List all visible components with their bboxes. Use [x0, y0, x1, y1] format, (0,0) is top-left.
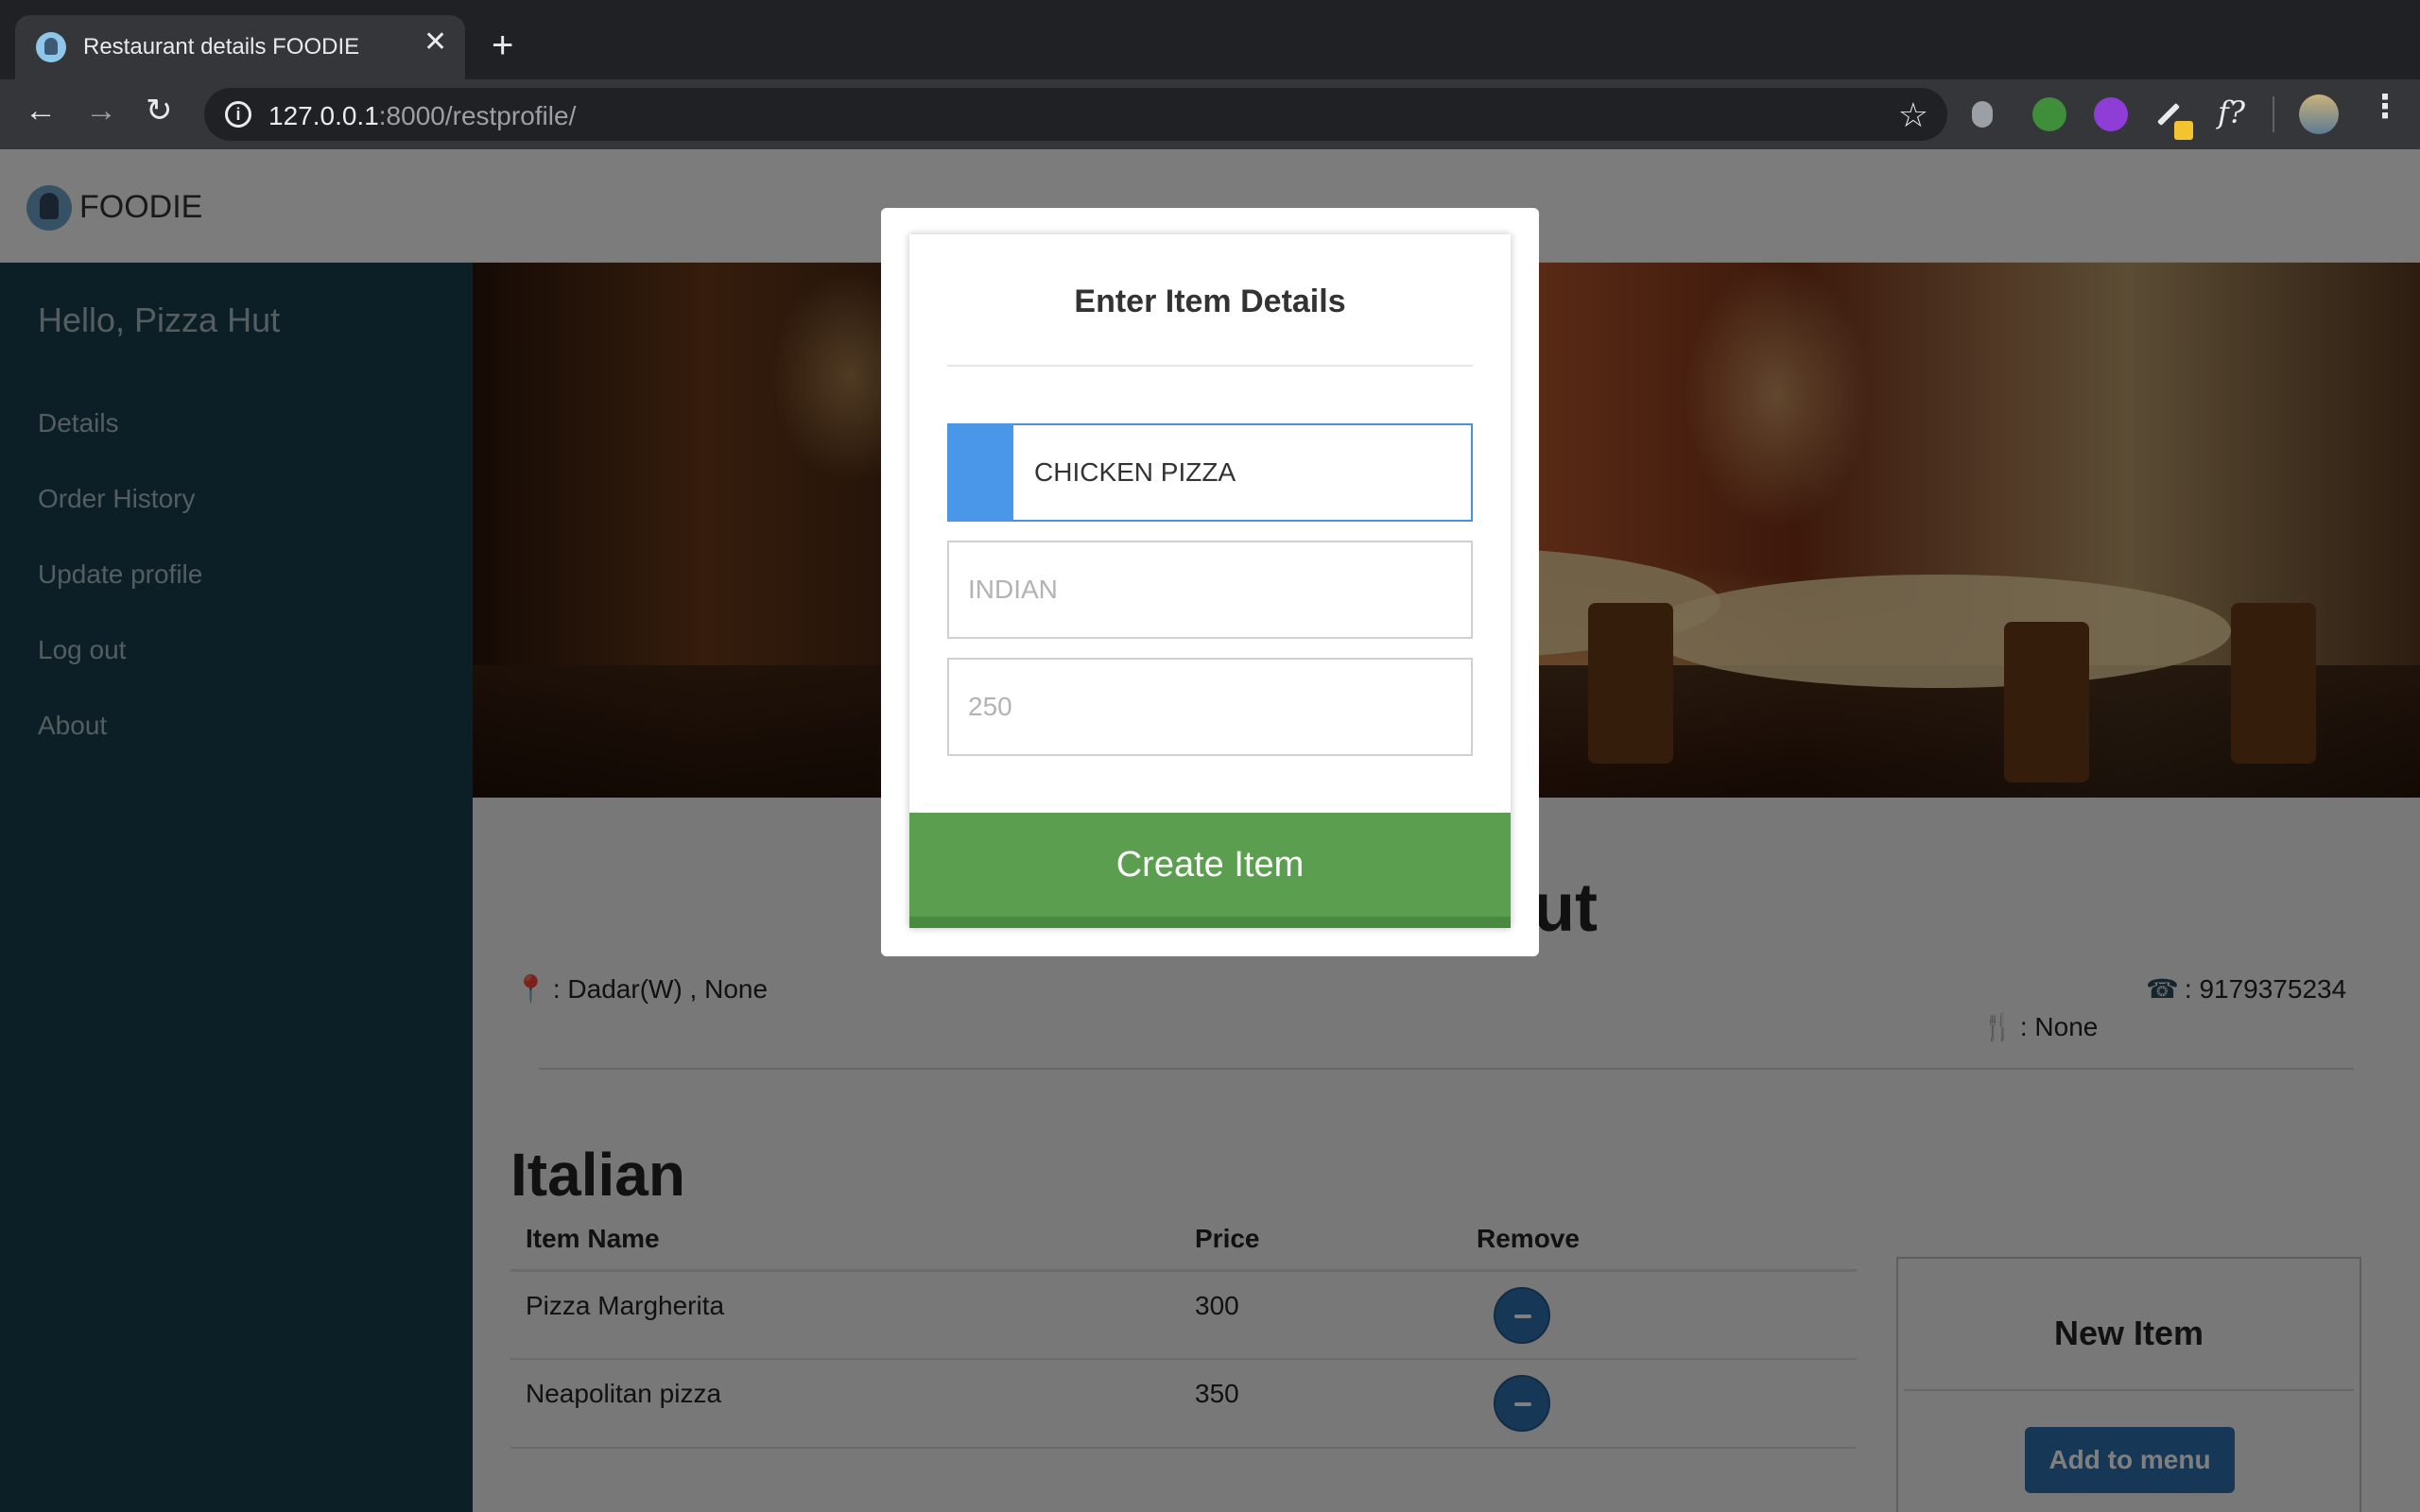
modal-divider [947, 365, 1473, 367]
browser-tabstrip: Restaurant details FOODIE ✕ + [0, 0, 2420, 79]
url-text: 127.0.0.1:8000/restprofile/ [268, 101, 577, 130]
cuisine-input[interactable] [947, 541, 1473, 639]
price-input[interactable] [947, 658, 1473, 756]
extension-tree-icon[interactable] [2032, 97, 2066, 131]
web-page: FOODIE Hello, Pizza Hut Details Order Hi… [0, 149, 2420, 1512]
close-tab-icon[interactable]: ✕ [424, 28, 447, 57]
item-name-input[interactable] [947, 423, 1473, 522]
info-icon[interactable]: i [225, 101, 251, 128]
new-tab-icon[interactable]: + [492, 26, 513, 64]
profile-avatar-icon[interactable] [2299, 94, 2339, 134]
toolbar-divider [2273, 96, 2274, 132]
create-item-button[interactable]: Create Item [909, 813, 1511, 928]
forward-arrow-icon[interactable]: → [85, 94, 117, 127]
input-focus-accent [947, 423, 1013, 522]
extension-gray-icon[interactable] [1972, 101, 1993, 128]
item-details-modal: Enter Item Details Create Item [881, 208, 1539, 956]
browser-menu-icon[interactable]: ⋮ [2369, 91, 2401, 123]
tab-title: Restaurant details FOODIE [83, 34, 360, 60]
bookmark-star-icon[interactable]: ☆ [1898, 95, 1928, 135]
back-arrow-icon[interactable]: ← [25, 94, 57, 127]
address-bar[interactable]: i 127.0.0.1:8000/restprofile/ ☆ [204, 88, 1947, 141]
extension-badge-icon [2174, 121, 2193, 140]
extension-fx-icon[interactable]: f? [2218, 94, 2245, 130]
extension-purple-icon[interactable] [2094, 97, 2128, 131]
browser-toolbar: ← → ↻ i 127.0.0.1:8000/restprofile/ ☆ f?… [0, 79, 2420, 149]
item-form-card: Enter Item Details Create Item [909, 234, 1511, 928]
browser-tab[interactable]: Restaurant details FOODIE ✕ [15, 15, 465, 79]
favicon-icon [36, 32, 66, 62]
reload-icon[interactable]: ↻ [146, 94, 173, 127]
modal-title: Enter Item Details [1074, 284, 1346, 319]
